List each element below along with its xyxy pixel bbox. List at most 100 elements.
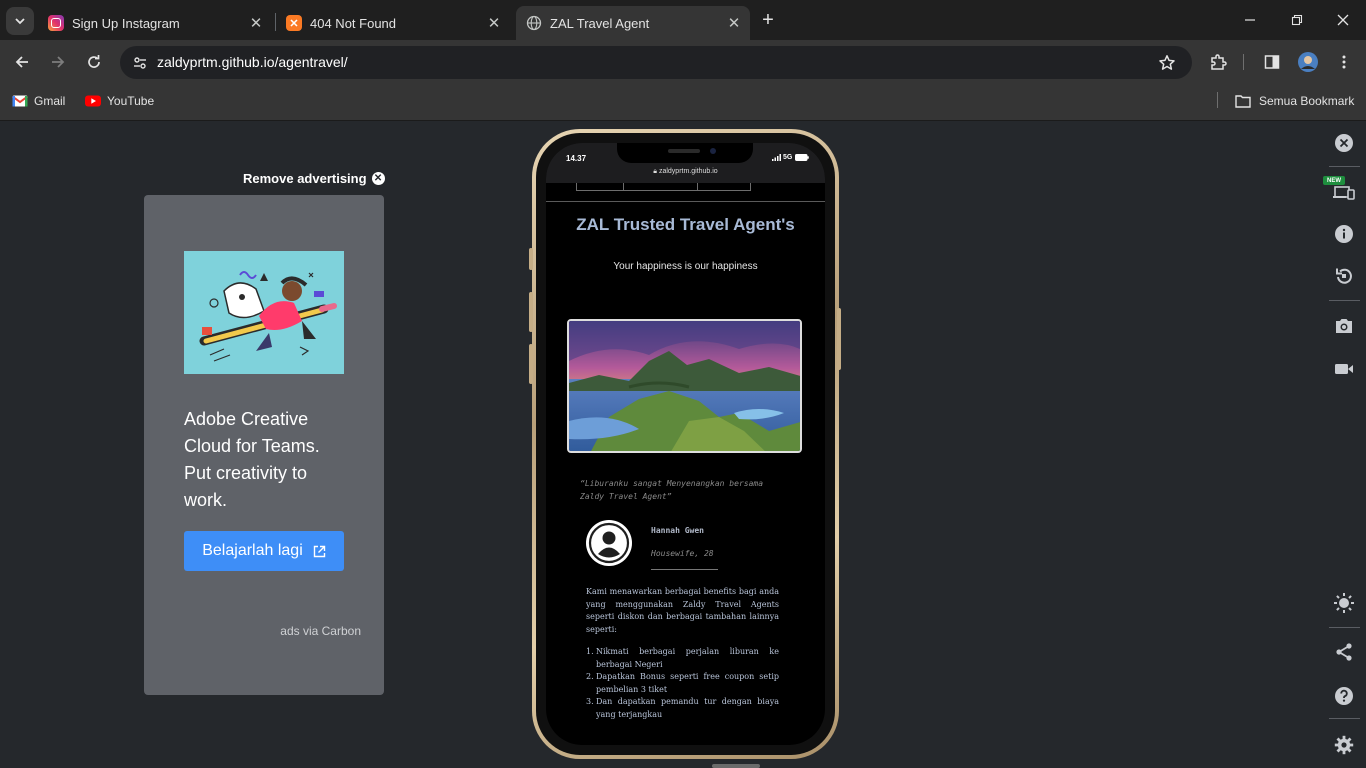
ad-illustration [184, 251, 344, 374]
folder-icon [1235, 93, 1251, 109]
settings-button[interactable] [1332, 733, 1356, 757]
youtube-icon [85, 93, 101, 109]
reload-icon [88, 55, 100, 68]
site-nav-item[interactable] [697, 183, 751, 191]
ads-via-carbon[interactable]: ads via Carbon [280, 624, 361, 638]
site-subtitle: Your happiness is our happiness [613, 261, 758, 272]
xampp-icon: ✕ [286, 15, 302, 31]
benefits-list: 1. Nikmati berbagai perjalan liburan ke b… [586, 646, 779, 721]
benefits-intro: Kami menawarkan berbagai benefits bagi a… [586, 587, 779, 634]
divider [546, 201, 825, 202]
chevron-down-icon [15, 18, 25, 25]
restore-icon [1291, 14, 1303, 26]
side-panel-button[interactable] [1260, 50, 1284, 74]
divider [651, 569, 718, 570]
testimonial-name: Hannah Gwen [651, 526, 704, 535]
new-tab-button[interactable]: + [756, 8, 780, 32]
reload-button[interactable] [82, 50, 106, 74]
tab-strip: Sign Up Instagram ✕ ✕ 404 Not Found ✕ ZA… [0, 0, 1366, 40]
phone-url-text: zaldyprtm.github.io [658, 168, 718, 175]
ad-headline: Adobe Creative Cloud for Teams. Put crea… [184, 409, 320, 510]
restore-button[interactable] [1285, 8, 1309, 32]
minimize-button[interactable] [1238, 8, 1262, 32]
profile-avatar[interactable] [1296, 50, 1320, 74]
bookmark-gmail[interactable]: Gmail [12, 93, 65, 109]
site-nav-item[interactable] [623, 183, 698, 191]
screenshot-button[interactable] [1332, 314, 1356, 338]
tab-title: 404 Not Found [310, 15, 397, 31]
user-icon [588, 522, 630, 564]
share-button[interactable] [1332, 640, 1356, 664]
video-camera-icon [1335, 364, 1353, 374]
remove-advertising-label: Remove advertising [243, 171, 367, 186]
close-icon[interactable]: ✕ [726, 15, 742, 32]
external-link-icon [313, 545, 326, 558]
arrow-left-icon [15, 56, 28, 68]
forward-button[interactable] [46, 50, 70, 74]
site-info-button[interactable] [128, 51, 152, 75]
info-button[interactable] [1332, 222, 1356, 246]
close-icon[interactable]: ✕ [248, 15, 264, 32]
divider [1329, 627, 1360, 628]
bookmarks-separator [1217, 92, 1218, 108]
tab-sign-up-instagram[interactable]: Sign Up Instagram ✕ [38, 6, 272, 40]
bookmark-star-button[interactable] [1156, 52, 1178, 74]
bookmarks-bar: Gmail YouTube Semua Bookmark [0, 84, 1366, 121]
globe-icon [526, 15, 542, 31]
phone-side-button [529, 344, 533, 384]
gmail-icon [12, 93, 28, 109]
tab-404-not-found[interactable]: ✕ 404 Not Found ✕ [276, 6, 510, 40]
rotate-icon [1336, 268, 1352, 284]
close-icon[interactable]: ✕ [486, 15, 502, 32]
bookmark-youtube[interactable]: YouTube [85, 93, 154, 109]
more-vertical-icon [1342, 55, 1346, 69]
all-bookmarks-button[interactable]: Semua Bookmark [1235, 93, 1354, 109]
address-bar[interactable]: zaldyprtm.github.io/agentravel/ [120, 46, 1192, 79]
divider [1329, 166, 1360, 167]
gear-icon [1334, 735, 1354, 755]
tab-title: ZAL Travel Agent [550, 15, 650, 31]
record-button[interactable] [1332, 357, 1356, 381]
rotate-button[interactable] [1332, 264, 1356, 288]
remove-advertising-link[interactable]: Remove advertising ✕ [243, 171, 385, 186]
extensions-button[interactable] [1206, 50, 1230, 74]
help-icon [1335, 687, 1353, 705]
phone-status-bar: 14.37 5G 🔒︎ zaldyprtm.github.io [546, 143, 825, 183]
tab-zal-travel-agent[interactable]: ZAL Travel Agent ✕ [516, 6, 750, 40]
site-title: ZAL Trusted Travel Agent's [576, 215, 795, 234]
bookmark-label: Gmail [34, 94, 66, 108]
phone-status-icons: 5G [772, 154, 810, 161]
tab-search-button[interactable] [6, 7, 34, 35]
star-icon [1159, 55, 1175, 70]
avatar [1298, 52, 1318, 72]
brightness-button[interactable] [1332, 591, 1356, 615]
side-panel-icon [1264, 55, 1280, 69]
phone-notch [617, 143, 753, 163]
back-button[interactable] [10, 50, 34, 74]
learn-more-button[interactable]: Belajarlah lagi [184, 531, 344, 571]
signal-icon [772, 154, 781, 161]
help-button[interactable] [1332, 684, 1356, 708]
tab-title: Sign Up Instagram [72, 15, 180, 31]
arrow-right-icon [52, 56, 65, 68]
network-label: 5G [783, 154, 793, 161]
menu-button[interactable] [1332, 50, 1356, 74]
site-nav-item[interactable] [576, 183, 624, 191]
phone-side-button [837, 308, 841, 370]
close-icon [1337, 14, 1349, 26]
ad-card[interactable]: Adobe Creative Cloud for Teams. Put crea… [144, 195, 384, 695]
phone-side-button [529, 248, 533, 270]
phone-url-bar[interactable]: 🔒︎ zaldyprtm.github.io [546, 168, 825, 176]
list-item: 3. Dan dapatkan pemandu tur dengan biaya … [586, 697, 779, 719]
divider [1329, 300, 1360, 301]
tune-icon [134, 57, 146, 69]
phone-time: 14.37 [566, 154, 587, 163]
new-badge: NEW [1323, 176, 1345, 185]
learn-more-label: Belajarlah lagi [202, 542, 303, 559]
phone-screen: 14.37 5G 🔒︎ zaldyprtm.github.io ZAL Trus… [546, 143, 825, 745]
close-window-button[interactable] [1331, 8, 1355, 32]
close-panel-button[interactable] [1332, 131, 1356, 155]
lock-icon: 🔒︎ [653, 168, 657, 175]
sun-icon [1334, 593, 1354, 613]
hero-image [567, 319, 802, 453]
